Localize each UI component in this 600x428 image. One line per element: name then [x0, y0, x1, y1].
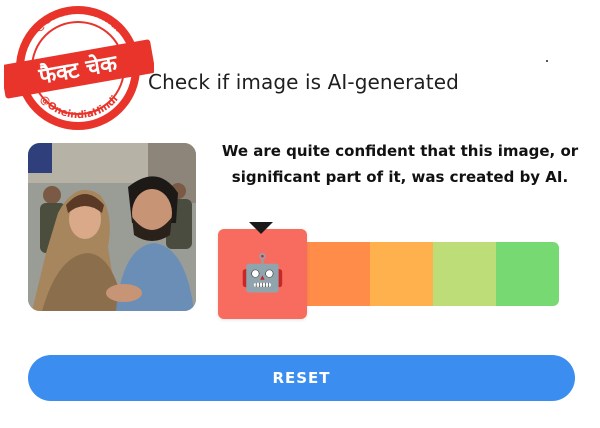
meter-segment	[496, 242, 559, 306]
verdict-line-1: We are quite confident that this image, …	[221, 142, 579, 160]
fact-check-stamp: @OneindiaHindi @OneindiaHindi फैक्ट चेक	[4, 0, 154, 130]
reset-button[interactable]: RESET	[28, 355, 575, 401]
active-confidence-segment: 🤖	[218, 229, 307, 319]
meter-segment	[307, 242, 370, 306]
meter-segment	[370, 242, 433, 306]
verdict-text: We are quite confident that this image, …	[212, 138, 588, 190]
page-title: Check if image is AI-generated	[148, 70, 459, 94]
decorative-dot	[546, 60, 548, 62]
photo-illustration	[28, 143, 196, 311]
analyzed-photo	[28, 143, 196, 311]
meter-segment	[433, 242, 496, 306]
meter-pointer-icon	[249, 222, 273, 234]
verdict-line-2: significant part of it, was created by A…	[231, 168, 569, 186]
stamp-graphic: @OneindiaHindi @OneindiaHindi फैक्ट चेक	[4, 6, 154, 130]
robot-icon: 🤖	[240, 253, 285, 294]
ai-detector-panel: @OneindiaHindi @OneindiaHindi फैक्ट चेक …	[0, 0, 600, 428]
